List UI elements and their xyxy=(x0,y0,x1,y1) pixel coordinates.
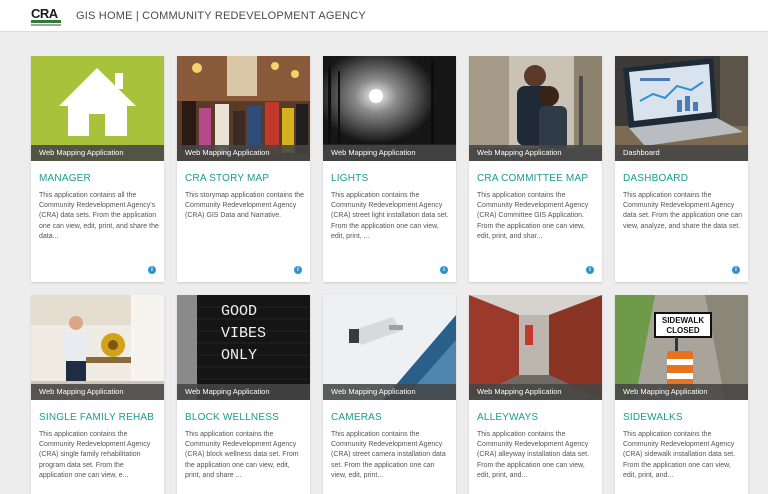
card-title[interactable]: MANAGER xyxy=(39,173,91,184)
item-type-bar: Web Mapping Application xyxy=(323,384,456,400)
app-card-cra-committee-map[interactable]: Web Mapping Application CRA COMMITTEE MA… xyxy=(469,56,602,282)
app-card-lights[interactable]: Web Mapping Application LIGHTS This appl… xyxy=(323,56,456,282)
app-card-alleyways[interactable]: Web Mapping Application ALLEYWAYS This a… xyxy=(469,295,602,494)
card-description: This application contains the Community … xyxy=(623,431,736,479)
card-title[interactable]: BLOCK WELLNESS xyxy=(185,412,279,423)
item-type-bar: Web Mapping Application xyxy=(469,384,602,400)
card-description: This application contains the Community … xyxy=(477,192,589,240)
app-card-single-family-rehab[interactable]: Web Mapping Application SINGLE FAMILY RE… xyxy=(31,295,164,494)
sign-line: ONLY xyxy=(221,347,257,364)
app-card-cameras[interactable]: Web Mapping Application CAMERAS This app… xyxy=(323,295,456,494)
item-type-label: Dashboard xyxy=(623,148,660,157)
item-type-label: Web Mapping Application xyxy=(477,387,562,396)
item-type-label: Web Mapping Application xyxy=(39,387,124,396)
item-type-bar: Web Mapping Application xyxy=(469,145,602,161)
logo-stripe xyxy=(31,20,61,23)
card-description: This application contains the Community … xyxy=(39,431,151,479)
info-icon[interactable]: i xyxy=(148,266,156,274)
app-card-cra-story-map[interactable]: Web Mapping Application CRA STORY MAP Th… xyxy=(177,56,310,282)
item-type-bar: Web Mapping Application xyxy=(323,145,456,161)
item-type-bar: Web Mapping Application xyxy=(177,384,310,400)
item-type-bar: Dashboard xyxy=(615,145,748,161)
item-type-label: Web Mapping Application xyxy=(185,387,270,396)
app-card-sidewalks[interactable]: SIDEWALK CLOSED Web Mapping Application … xyxy=(615,295,748,494)
item-type-bar: Web Mapping Application xyxy=(31,384,164,400)
item-type-bar: Web Mapping Application xyxy=(31,145,164,161)
item-type-label: Web Mapping Application xyxy=(477,148,562,157)
item-type-label: Web Mapping Application xyxy=(39,148,124,157)
card-description: This application contains the Community … xyxy=(331,192,449,240)
card-title[interactable]: CRA COMMITTEE MAP xyxy=(477,173,588,184)
info-icon[interactable]: i xyxy=(294,266,302,274)
card-description: This application contains the Community … xyxy=(331,431,446,479)
logo-text: CRA xyxy=(31,6,58,21)
card-title[interactable]: DASHBOARD xyxy=(623,173,688,184)
card-description: This application contains the Community … xyxy=(623,192,743,230)
sign-line: GOOD xyxy=(221,303,257,320)
item-type-bar: Web Mapping Application xyxy=(177,145,310,161)
card-description: This application contains all the Commun… xyxy=(39,192,159,240)
item-type-label: Web Mapping Application xyxy=(331,148,416,157)
sign-line: VIBES xyxy=(221,325,266,342)
cra-logo[interactable]: CRA xyxy=(31,6,61,26)
info-icon[interactable]: i xyxy=(732,266,740,274)
card-description: This application contains the Community … xyxy=(185,431,299,479)
sign-line: CLOSED xyxy=(666,326,700,335)
card-description: This application contains the Community … xyxy=(477,431,590,479)
app-card-block-wellness[interactable]: GOOD VIBES ONLY Web Mapping Application … xyxy=(177,295,310,494)
card-title[interactable]: SINGLE FAMILY REHAB xyxy=(39,412,154,423)
card-title[interactable]: ALLEYWAYS xyxy=(477,412,538,423)
sign-line: SIDEWALK xyxy=(662,316,704,325)
card-title[interactable]: LIGHTS xyxy=(331,173,368,184)
info-icon[interactable]: i xyxy=(440,266,448,274)
item-type-bar: Web Mapping Application xyxy=(615,384,748,400)
card-title[interactable]: SIDEWALKS xyxy=(623,412,683,423)
item-type-label: Web Mapping Application xyxy=(331,387,416,396)
logo-stripe xyxy=(31,24,61,26)
item-type-label: Web Mapping Application xyxy=(185,148,270,157)
item-type-label: Web Mapping Application xyxy=(623,387,708,396)
top-header: CRA GIS HOME | COMMUNITY REDEVELOPMENT A… xyxy=(0,0,768,32)
info-icon[interactable]: i xyxy=(586,266,594,274)
card-title[interactable]: CAMERAS xyxy=(331,412,382,423)
card-title[interactable]: CRA STORY MAP xyxy=(185,173,269,184)
app-card-manager[interactable]: Web Mapping Application MANAGER This app… xyxy=(31,56,164,282)
page-title: GIS HOME | COMMUNITY REDEVELOPMENT AGENC… xyxy=(76,10,366,22)
card-description: This storymap application contains the C… xyxy=(185,192,305,220)
app-card-dashboard[interactable]: Dashboard DASHBOARD This application con… xyxy=(615,56,748,282)
